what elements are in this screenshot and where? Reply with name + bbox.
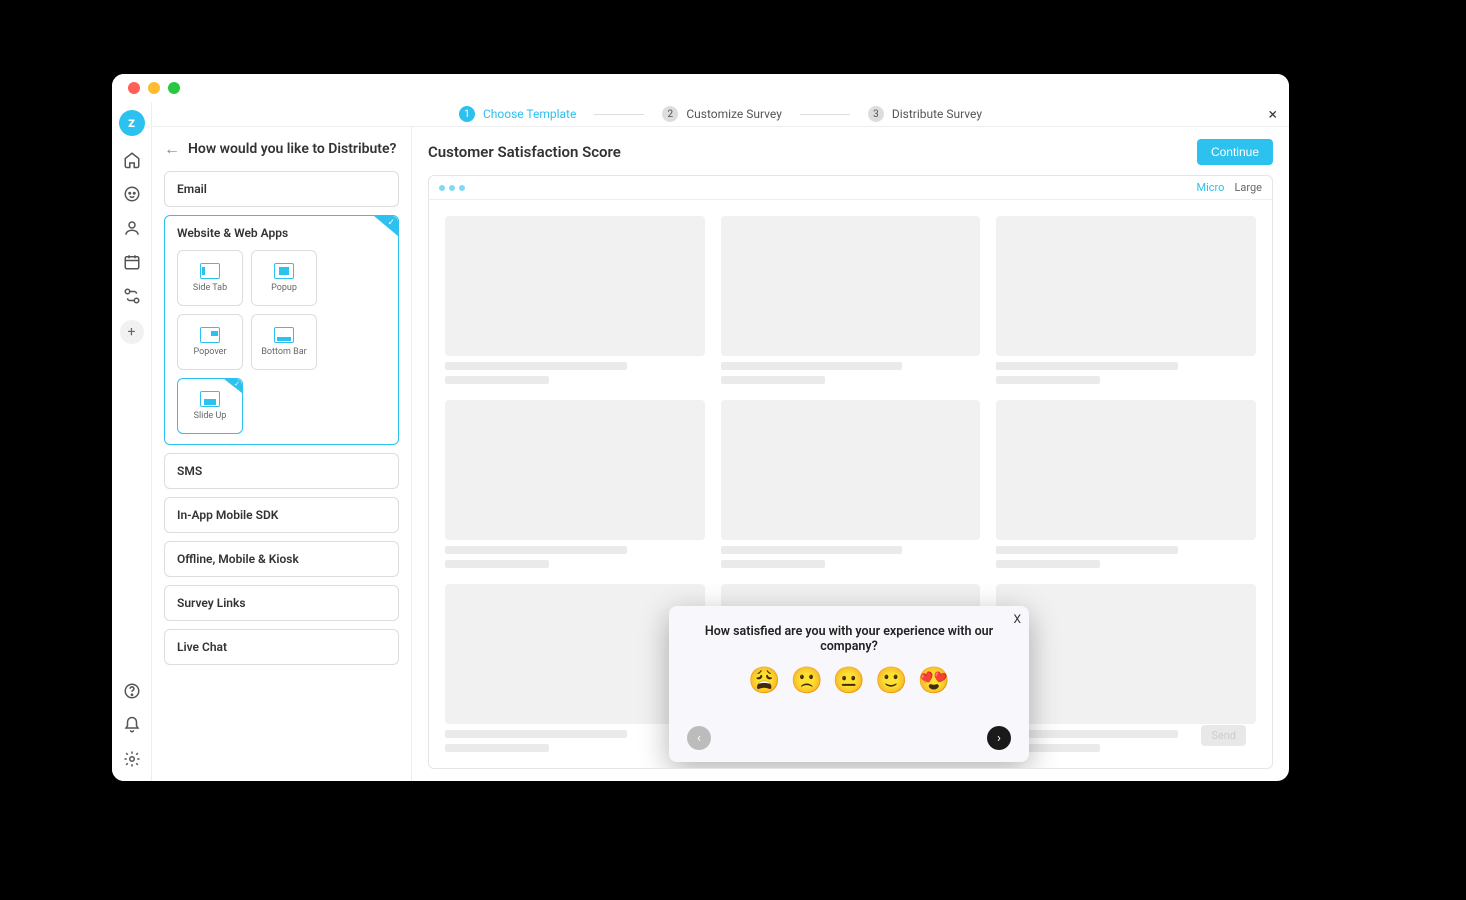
channel-offline[interactable]: Offline, Mobile & Kiosk (164, 541, 399, 577)
nav-rail: z + (112, 102, 152, 781)
channel-email-label: Email (177, 182, 386, 196)
mac-titlebar (112, 74, 1289, 102)
sidebar-title: How would you like to Distribute? (188, 141, 396, 157)
emoji-rating-row: 😩 🙁 😐 🙂 😍 (687, 666, 1011, 696)
sub-slideup[interactable]: ✓ Slide Up (177, 378, 243, 434)
skeleton-card (996, 216, 1256, 384)
help-icon[interactable] (122, 681, 142, 701)
step-3-label: Distribute Survey (892, 107, 982, 121)
step-2-label: Customize Survey (686, 107, 782, 121)
preview-title: Customer Satisfaction Score (428, 143, 621, 161)
close-icon[interactable]: × (1268, 105, 1277, 124)
survey-slideup-widget: X How satisfied are you with your experi… (669, 606, 1029, 762)
emoji-1[interactable]: 😩 (748, 666, 780, 696)
app-window: z + (112, 74, 1289, 781)
home-icon[interactable] (122, 150, 142, 170)
sub-popover[interactable]: Popover (177, 314, 243, 370)
sub-bottombar[interactable]: Bottom Bar (251, 314, 317, 370)
survey-next-button[interactable]: › (987, 726, 1011, 750)
sub-popup-label: Popup (271, 283, 297, 293)
preview-area: Customer Satisfaction Score Continue Mic… (412, 127, 1289, 781)
skeleton-card (721, 216, 981, 384)
emoji-4[interactable]: 🙂 (875, 666, 907, 696)
sub-sidetab-label: Side Tab (193, 283, 227, 293)
back-arrow-icon[interactable]: ← (164, 139, 180, 159)
size-large[interactable]: Large (1234, 181, 1262, 194)
step-1-label: Choose Template (483, 107, 576, 121)
channel-chat-label: Live Chat (177, 640, 386, 654)
sub-popover-label: Popover (194, 347, 227, 357)
window-close-dot[interactable] (128, 82, 140, 94)
browser-mock: Micro Large (428, 175, 1273, 769)
sidetab-icon (200, 263, 220, 279)
app-logo[interactable]: z (119, 110, 145, 136)
skeleton-card (721, 400, 981, 568)
gear-icon[interactable] (122, 749, 142, 769)
chat-icon[interactable] (122, 184, 142, 204)
sub-bottombar-label: Bottom Bar (261, 347, 306, 357)
size-micro[interactable]: Micro (1197, 181, 1225, 194)
skeleton-card (445, 400, 705, 568)
channel-chat[interactable]: Live Chat (164, 629, 399, 665)
channel-sms-label: SMS (177, 464, 386, 478)
user-icon[interactable] (122, 218, 142, 238)
sub-slideup-label: Slide Up (194, 411, 227, 421)
bottombar-icon (274, 327, 294, 343)
mock-dot (449, 185, 455, 191)
send-button-disabled: Send (1201, 725, 1246, 746)
skeleton-card (445, 584, 705, 752)
sub-sidetab[interactable]: Side Tab (177, 250, 243, 306)
survey-prev-button[interactable]: ‹ (687, 726, 711, 750)
channel-sdk[interactable]: In-App Mobile SDK (164, 497, 399, 533)
channel-links-label: Survey Links (177, 596, 386, 610)
step-2[interactable]: 2 Customize Survey (662, 106, 782, 122)
emoji-5[interactable]: 😍 (918, 666, 950, 696)
window-min-dot[interactable] (148, 82, 160, 94)
popover-icon (200, 327, 220, 343)
survey-close-icon[interactable]: X (1013, 612, 1021, 626)
channel-web[interactable]: ✓ Website & Web Apps Side Tab Popup (164, 215, 399, 445)
channel-sdk-label: In-App Mobile SDK (177, 508, 386, 522)
channel-email[interactable]: Email (164, 171, 399, 207)
workflow-icon[interactable] (122, 286, 142, 306)
emoji-2[interactable]: 🙁 (790, 666, 822, 696)
distribute-sidebar: ← How would you like to Distribute? Emai… (152, 127, 412, 781)
channel-web-label: Website & Web Apps (177, 226, 386, 240)
add-button[interactable]: + (120, 320, 144, 344)
sub-popup[interactable]: Popup (251, 250, 317, 306)
step-3[interactable]: 3 Distribute Survey (868, 106, 982, 122)
check-icon: ✓ (224, 379, 242, 393)
skeleton-card (996, 400, 1256, 568)
step-1[interactable]: 1 Choose Template (459, 106, 576, 122)
popup-icon (274, 263, 294, 279)
continue-button[interactable]: Continue (1197, 139, 1273, 165)
calendar-icon[interactable] (122, 252, 142, 272)
bell-icon[interactable] (122, 715, 142, 735)
channel-offline-label: Offline, Mobile & Kiosk (177, 552, 386, 566)
slideup-icon (200, 391, 220, 407)
wizard-stepper: 1 Choose Template 2 Customize Survey 3 D… (152, 102, 1289, 127)
channel-links[interactable]: Survey Links (164, 585, 399, 621)
skeleton-card (445, 216, 705, 384)
window-max-dot[interactable] (168, 82, 180, 94)
mock-dot (439, 185, 445, 191)
survey-question: How satisfied are you with your experien… (687, 624, 1011, 654)
channel-sms[interactable]: SMS (164, 453, 399, 489)
emoji-3[interactable]: 😐 (833, 666, 865, 696)
mock-dot (459, 185, 465, 191)
